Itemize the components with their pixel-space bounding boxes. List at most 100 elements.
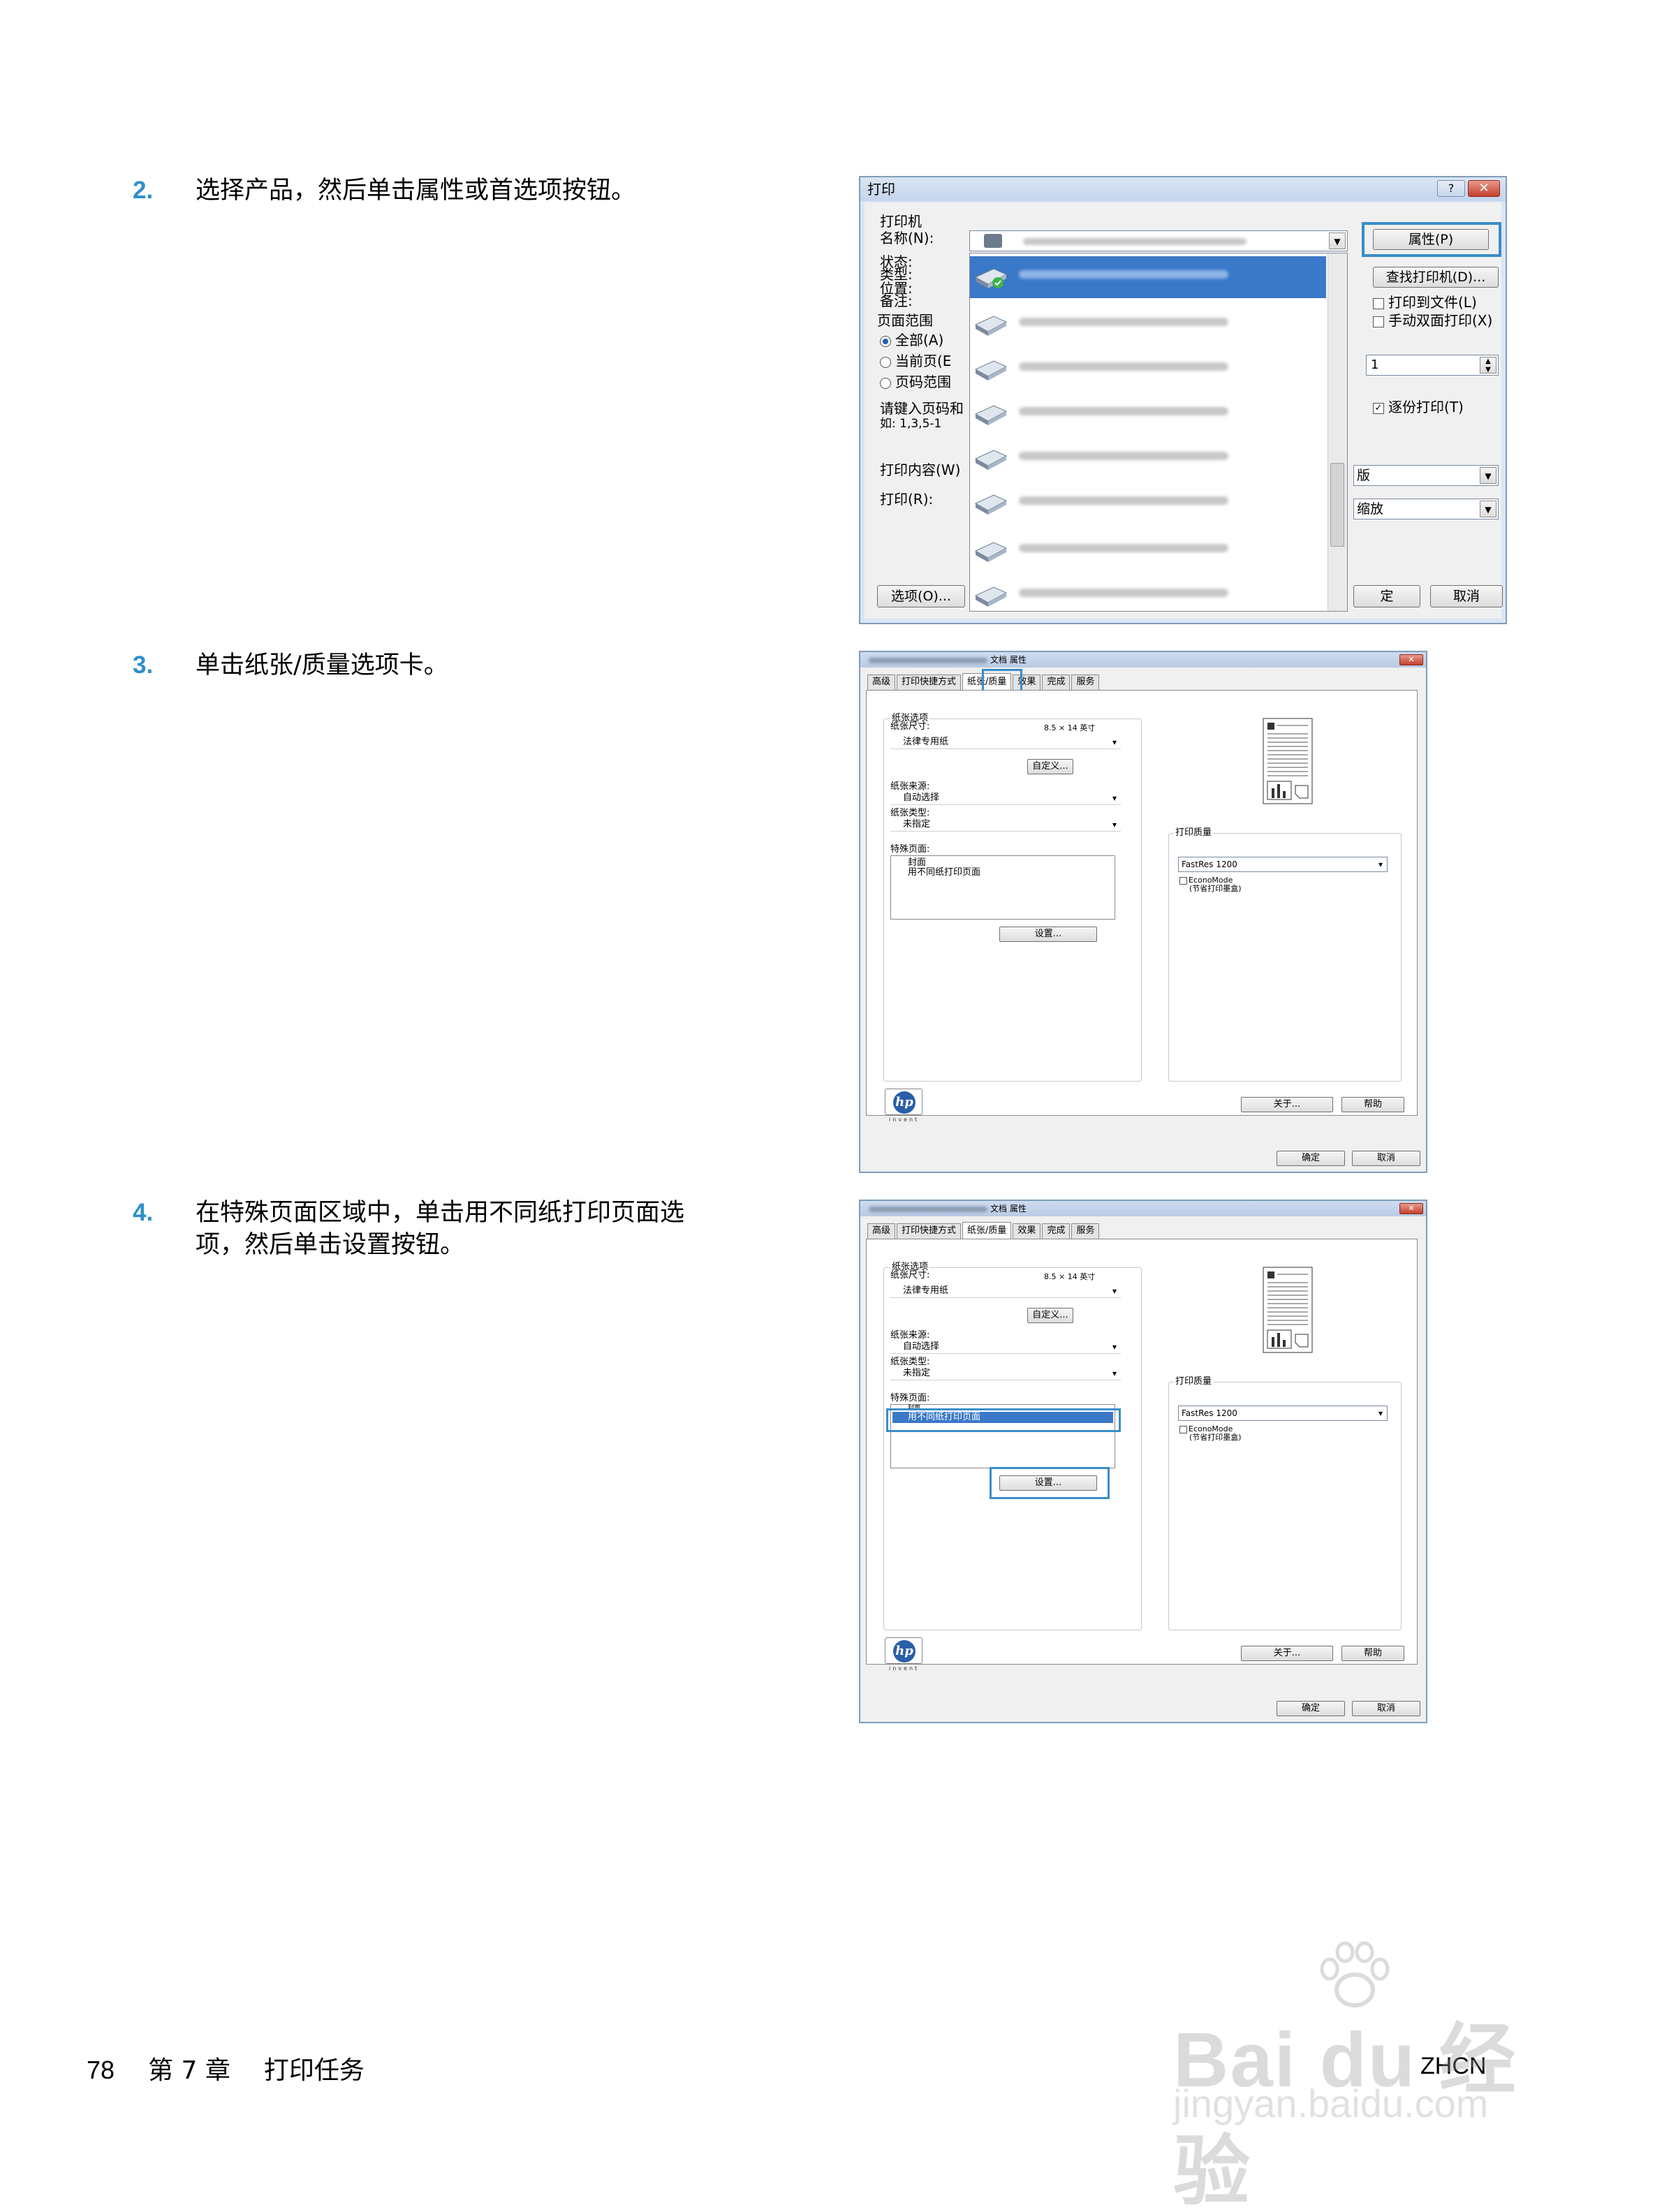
printer-list-item[interactable] xyxy=(970,393,1326,435)
printer-list-item[interactable] xyxy=(970,438,1326,480)
ok-button[interactable]: 确定 xyxy=(1277,1701,1345,1716)
checkbox-icon xyxy=(1373,316,1384,327)
paper-type-select[interactable]: 未指定 xyxy=(890,818,1121,832)
printer-name-label: 名称(N): xyxy=(880,230,934,246)
about-button[interactable]: 关于... xyxy=(1241,1097,1333,1112)
help-button[interactable]: 帮助 xyxy=(1341,1646,1404,1661)
cancel-button[interactable]: 取消 xyxy=(1352,1701,1420,1716)
cancel-button[interactable]: 取消 xyxy=(1430,585,1503,607)
collate-checkbox[interactable]: ✓ 逐份打印(T) xyxy=(1373,398,1464,416)
step-text: 选择产品，然后单击属性或首选项按钮。 xyxy=(196,177,636,205)
paper-source-select[interactable]: 自动选择 xyxy=(890,791,1121,805)
dialog-title: 文档 属性 xyxy=(990,1204,1027,1214)
tab-bar: 高级 打印快捷方式 纸张/质量 效果 完成 服务 xyxy=(867,1222,1101,1239)
econo-mode-sub: (节省打印墨盒) xyxy=(1189,1433,1242,1442)
custom-button[interactable]: 自定义... xyxy=(1027,759,1073,774)
printer-list-item[interactable] xyxy=(970,575,1326,617)
paper-size-select[interactable]: 法律专用纸 xyxy=(890,1284,1121,1298)
paper-size-select[interactable]: 法律专用纸 xyxy=(890,735,1121,749)
page-footer: 78 第 7 章 打印任务 xyxy=(87,2050,391,2086)
quality-select[interactable]: FastRes 1200 ▾ xyxy=(1178,857,1388,872)
chapter-number: 第 7 章 xyxy=(148,2056,230,2085)
printer-dropdown-list[interactable] xyxy=(969,253,1348,612)
chevron-down-icon[interactable]: ▼ xyxy=(1480,467,1496,484)
hp-invent-text: invent xyxy=(889,1116,920,1123)
print-quality-label: 打印质量 xyxy=(1174,827,1214,839)
ok-button[interactable]: 定 xyxy=(1353,585,1420,607)
printer-name-blurred xyxy=(1019,589,1228,597)
econo-mode-sub: (节省打印墨盒) xyxy=(1189,884,1242,893)
printer-list-item[interactable] xyxy=(970,482,1326,524)
baidu-watermark: Bai du 经验 jingyan.baidu.com xyxy=(1159,1941,1550,2212)
printer-list-item[interactable] xyxy=(970,304,1326,346)
close-button[interactable]: ✕ xyxy=(1468,180,1500,197)
tab-panel: 纸张选项 纸张尺寸: 8.5 × 14 英寸 法律专用纸 自定义... 纸张来源… xyxy=(866,1239,1418,1672)
manual-duplex-checkbox[interactable]: 手动双面打印(X) xyxy=(1373,311,1492,330)
help-button[interactable]: 帮助 xyxy=(1341,1097,1404,1112)
printer-name-blurred xyxy=(1019,407,1228,415)
highlight-box xyxy=(1362,222,1501,257)
chapter-title: 打印任务 xyxy=(263,2056,365,2085)
printer-name-blurred xyxy=(1019,318,1228,326)
help-button[interactable]: ? xyxy=(1437,180,1465,197)
properties-dialog-screenshot-special: 文档 属性 ✕ 高级 打印快捷方式 纸张/质量 效果 完成 服务 纸张选项 纸张… xyxy=(859,1200,1427,1723)
range-current-option[interactable]: 当前页(E xyxy=(880,352,951,370)
paper-size-value: 8.5 × 14 英寸 xyxy=(1044,723,1096,732)
cancel-button[interactable]: 取消 xyxy=(1352,1151,1420,1166)
chevron-down-icon[interactable]: ▼ xyxy=(1480,501,1496,517)
print-to-file-checkbox[interactable]: 打印到文件(L) xyxy=(1373,293,1477,311)
tab-paper-quality[interactable]: 纸张/质量 xyxy=(962,1222,1012,1239)
dialog-titlebar: 文档 属性 ✕ xyxy=(860,652,1426,668)
printer-name-blurred xyxy=(1019,496,1228,505)
tab-effects[interactable]: 效果 xyxy=(1013,1223,1041,1239)
list-item[interactable]: 用不同纸打印页面 xyxy=(908,867,980,878)
paper-size-value: 8.5 × 14 英寸 xyxy=(1044,1272,1096,1281)
printer-name-combo[interactable]: ▼ xyxy=(969,230,1348,251)
paper-size-label: 纸张尺寸: xyxy=(890,721,930,732)
quality-select[interactable]: FastRes 1200 ▾ xyxy=(1178,1406,1388,1421)
tab-advanced[interactable]: 高级 xyxy=(867,674,896,690)
special-pages-list[interactable]: 封面 用不同纸打印页面 xyxy=(890,855,1115,920)
range-all-option[interactable]: 全部(A) xyxy=(880,331,943,349)
stepper-arrows-icon[interactable]: ▲ ▼ xyxy=(1480,357,1496,374)
options-button[interactable]: 选项(O)... xyxy=(877,585,965,607)
printer-icon xyxy=(974,268,1008,288)
step-text: 单击纸张/质量选项卡。 xyxy=(196,651,448,679)
dialog-title: 打印 xyxy=(867,181,895,198)
step-number: 4. xyxy=(133,1199,154,1226)
printer-list-item[interactable] xyxy=(970,348,1326,390)
tab-finishing[interactable]: 完成 xyxy=(1042,1223,1071,1239)
layout-combo[interactable]: 版 ▼ xyxy=(1353,465,1499,486)
about-button[interactable]: 关于... xyxy=(1241,1646,1333,1661)
find-printer-button[interactable]: 查找打印机(D)... xyxy=(1373,267,1499,288)
paper-type-select[interactable]: 未指定 xyxy=(890,1366,1121,1380)
range-pages-option[interactable]: 页码范围 xyxy=(880,373,951,391)
tab-advanced[interactable]: 高级 xyxy=(867,1223,896,1239)
printer-name-blurred xyxy=(1019,544,1228,552)
copies-stepper[interactable]: 1 ▲ ▼ xyxy=(1366,355,1499,376)
settings-button[interactable]: 设置... xyxy=(999,927,1097,942)
scrollbar-thumb[interactable] xyxy=(1330,463,1344,547)
printer-icon xyxy=(974,405,1008,425)
ok-button[interactable]: 确定 xyxy=(1277,1151,1345,1166)
close-icon[interactable]: ✕ xyxy=(1399,1203,1423,1214)
zoom-combo[interactable]: 缩放 ▼ xyxy=(1353,499,1499,519)
printer-icon xyxy=(974,542,1008,562)
custom-button[interactable]: 自定义... xyxy=(1027,1308,1073,1323)
chevron-down-icon[interactable]: ▼ xyxy=(1329,233,1346,249)
dialog-title: 文档 属性 xyxy=(990,655,1027,665)
printer-list-item[interactable] xyxy=(970,256,1326,298)
tab-services[interactable]: 服务 xyxy=(1071,674,1100,690)
tab-finishing[interactable]: 完成 xyxy=(1042,674,1071,690)
tab-shortcuts[interactable]: 打印快捷方式 xyxy=(897,674,962,690)
printer-icon xyxy=(974,450,1008,470)
printer-list-item[interactable] xyxy=(970,530,1326,572)
tab-services[interactable]: 服务 xyxy=(1071,1223,1100,1239)
scrollbar[interactable] xyxy=(1328,253,1347,611)
dialog-titlebar: 打印 ? ✕ xyxy=(860,177,1506,201)
paper-source-select[interactable]: 自动选择 xyxy=(890,1340,1121,1354)
printer-group-label: 打印机 xyxy=(880,213,922,230)
tab-shortcuts[interactable]: 打印快捷方式 xyxy=(897,1223,962,1239)
printer-name-blurred xyxy=(1019,452,1228,460)
close-icon[interactable]: ✕ xyxy=(1399,654,1423,665)
